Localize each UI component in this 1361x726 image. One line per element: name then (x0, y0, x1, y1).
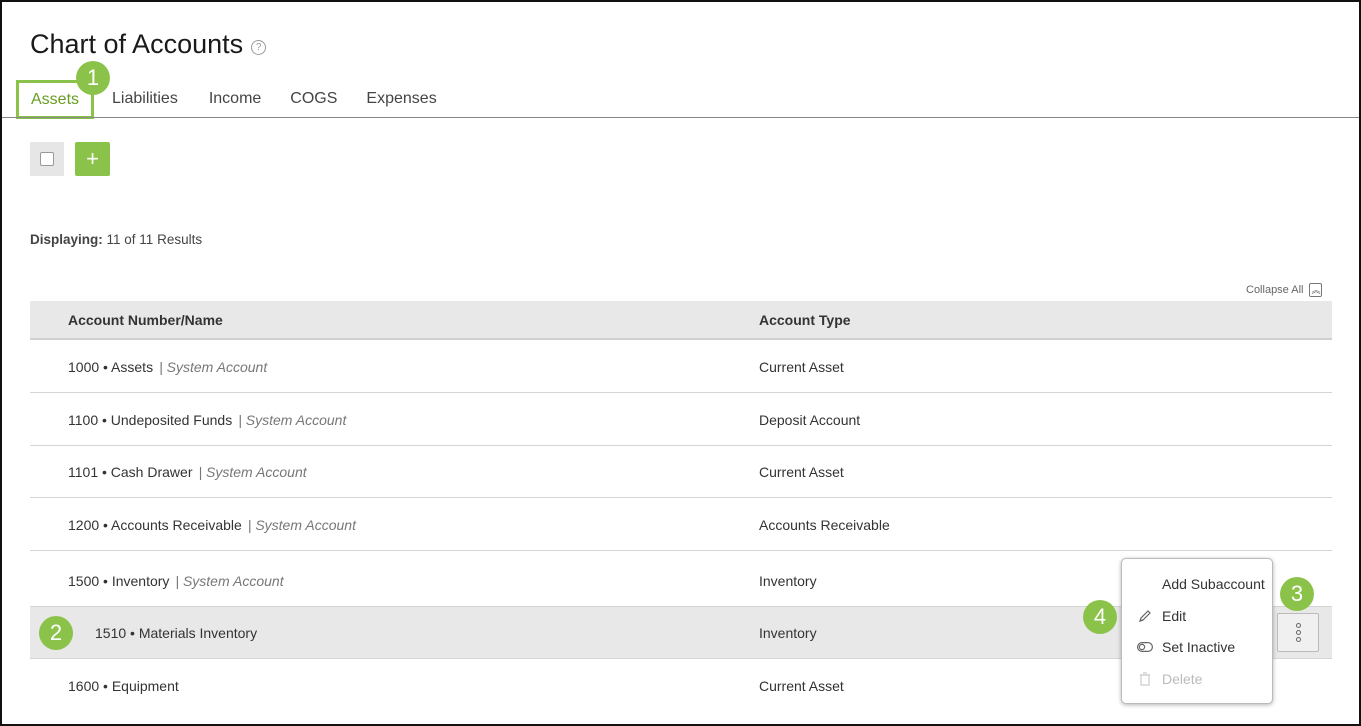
row-actions-button[interactable] (1277, 613, 1319, 652)
menu-item-set-inactive[interactable]: Set Inactive (1162, 639, 1235, 655)
account-name-cell: 1100 • Undeposited Funds | System Account (68, 412, 346, 428)
trash-icon (1137, 672, 1153, 686)
question-circle-icon[interactable]: ? (251, 40, 267, 55)
account-type-cell: Inventory (759, 625, 817, 641)
collapse-all-label: Collapse All (1246, 284, 1304, 296)
tab-income[interactable]: Income (209, 80, 261, 117)
tab-liabilities[interactable]: Liabilities (112, 80, 178, 117)
account-type-cell: Current Asset (759, 464, 844, 480)
tab-divider (2, 117, 1359, 118)
menu-item-delete[interactable]: Delete (1162, 671, 1202, 687)
column-header-name[interactable]: Account Number/Name (68, 312, 223, 328)
page-title-text: Chart of Accounts (30, 29, 244, 59)
system-account-tag: | System Account (238, 412, 347, 428)
callout-badge-3: 3 (1280, 577, 1314, 611)
account-name: 1100 • Undeposited Funds (68, 412, 233, 428)
system-account-tag: | System Account (198, 464, 307, 480)
account-name-cell: 1500 • Inventory | System Account (68, 573, 284, 589)
table-header: Account Number/Name Account Type (30, 301, 1332, 340)
account-type-cell: Current Asset (759, 359, 844, 375)
table-row[interactable]: 1000 • Assets | System Account Current As… (30, 340, 1332, 393)
checkbox-box[interactable] (40, 152, 54, 166)
menu-item-add-subaccount[interactable]: Add Subaccount (1162, 576, 1265, 592)
account-name-cell: 1600 • Equipment (68, 678, 179, 694)
account-name: 1510 • Materials Inventory (95, 625, 258, 641)
account-type-cell: Inventory (759, 573, 817, 589)
account-type-cell: Accounts Receivable (759, 517, 890, 533)
double-chevron-up-icon: ︽ (1309, 283, 1323, 297)
callout-badge-1: 1 (76, 61, 110, 95)
results-count: Displaying: 11 of 11 Results (30, 232, 202, 247)
column-header-type[interactable]: Account Type (759, 312, 851, 328)
collapse-all-button[interactable]: Collapse All ︽ (1246, 283, 1323, 297)
account-name: 1101 • Cash Drawer (68, 464, 193, 480)
more-vertical-icon (1295, 623, 1301, 628)
table-row[interactable]: 1100 • Undeposited Funds | System Account… (30, 393, 1332, 446)
account-type-cell: Deposit Account (759, 412, 861, 428)
results-label: Displaying: (30, 232, 103, 247)
table-row[interactable]: 1101 • Cash Drawer | System Account Curre… (30, 446, 1332, 498)
add-account-button[interactable]: + (75, 142, 110, 176)
callout-badge-2: 2 (39, 616, 73, 650)
account-name-cell: 1101 • Cash Drawer | System Account (68, 464, 307, 480)
account-type-cell: Current Asset (759, 678, 844, 694)
page-title: Chart of Accounts ? (30, 29, 267, 60)
menu-item-edit[interactable]: Edit (1162, 608, 1186, 624)
system-account-tag: | System Account (175, 573, 284, 589)
account-name-cell: 1510 • Materials Inventory (95, 625, 257, 641)
account-name-cell: 1000 • Assets | System Account (68, 359, 267, 375)
tab-cogs[interactable]: COGS (290, 80, 337, 117)
tab-expenses[interactable]: Expenses (366, 80, 436, 117)
system-account-tag: | System Account (159, 359, 268, 375)
table-row[interactable]: 1200 • Accounts Receivable | System Accou… (30, 498, 1332, 551)
select-all-checkbox[interactable] (30, 142, 64, 176)
account-name: 1200 • Accounts Receivable (68, 517, 242, 533)
pencil-icon (1137, 609, 1153, 623)
system-account-tag: | System Account (247, 517, 356, 533)
results-value: 11 of 11 Results (106, 232, 203, 247)
toggle-icon (1137, 640, 1153, 654)
account-name-cell: 1200 • Accounts Receivable | System Accou… (68, 517, 356, 533)
account-name: 1500 • Inventory (68, 573, 170, 589)
callout-badge-4: 4 (1083, 600, 1117, 634)
account-name: 1000 • Assets (68, 359, 154, 375)
row-context-menu: Add Subaccount Edit Set Inactive Delete (1121, 558, 1273, 704)
account-name: 1600 • Equipment (68, 678, 179, 694)
app-window: Chart of Accounts ? Assets Liabilities I… (0, 0, 1361, 726)
